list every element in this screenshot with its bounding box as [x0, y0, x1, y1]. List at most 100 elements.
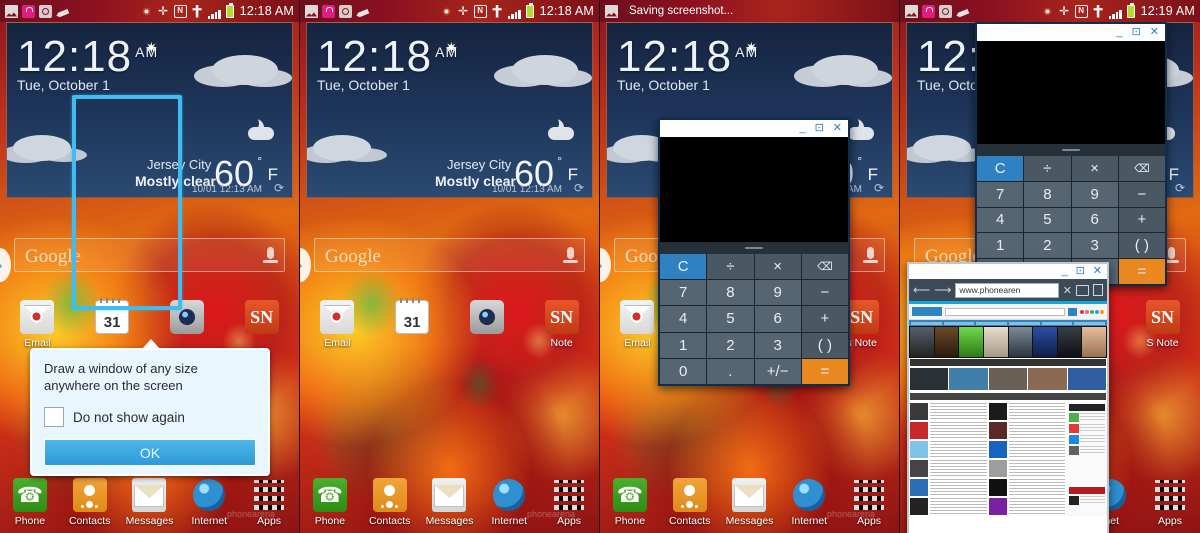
key-equals[interactable]: =	[1118, 259, 1165, 284]
dock-apps[interactable]: Apps	[1140, 478, 1200, 527]
key-minus[interactable]: −	[801, 280, 848, 306]
dock-phone[interactable]: Phone	[300, 478, 360, 527]
drawn-window-rectangle[interactable]	[72, 95, 182, 310]
dock-internet[interactable]: Internet	[779, 478, 839, 527]
article-item[interactable]	[910, 460, 987, 477]
article-item[interactable]	[910, 422, 987, 439]
key-multiply[interactable]: ×	[1071, 156, 1118, 181]
article-item[interactable]	[988, 498, 1065, 515]
key-8[interactable]: 8	[707, 280, 754, 306]
dock-apps[interactable]: Apps	[539, 478, 599, 527]
window-title-bar[interactable]: _ ⊡ ✕	[909, 264, 1107, 279]
article-item[interactable]	[910, 479, 987, 496]
key-3[interactable]: 3	[754, 332, 801, 358]
key-divide[interactable]: ÷	[1024, 156, 1071, 181]
article-item[interactable]	[988, 460, 1065, 477]
key-parens[interactable]: ( )	[1118, 233, 1165, 259]
refresh-icon[interactable]: ⟳	[574, 181, 584, 195]
url-input[interactable]: www.phonearen	[955, 282, 1059, 298]
key-6[interactable]: 6	[754, 306, 801, 332]
article-item[interactable]	[988, 422, 1065, 439]
key-7[interactable]: 7	[660, 280, 707, 306]
featured-thumbnails[interactable]	[909, 367, 1107, 391]
app-snote[interactable]: SN	[224, 300, 299, 349]
site-search-input[interactable]	[945, 307, 1065, 316]
microphone-icon[interactable]	[563, 247, 578, 263]
key-3[interactable]: 3	[1071, 233, 1118, 259]
refresh-icon[interactable]: ⟳	[1175, 181, 1185, 195]
ok-button[interactable]: OK	[44, 439, 256, 466]
key-divide[interactable]: ÷	[707, 254, 754, 280]
resize-handle[interactable]	[977, 144, 1165, 156]
site-search-button[interactable]	[1068, 307, 1077, 316]
key-clear[interactable]: C	[660, 254, 707, 280]
key-5[interactable]: 5	[1024, 207, 1071, 233]
google-search-bar[interactable]: Google	[314, 238, 585, 272]
back-arrow-icon[interactable]: ⟵	[913, 283, 930, 297]
sidebar-item[interactable]	[1069, 424, 1105, 433]
maximize-button[interactable]: ⊡	[815, 123, 824, 134]
dock-apps[interactable]: Apps	[239, 478, 299, 527]
forward-arrow-icon[interactable]: ⟶	[934, 283, 951, 297]
key-parens[interactable]: ( )	[801, 332, 848, 358]
dock-phone[interactable]: Phone	[600, 478, 660, 527]
dock-contacts[interactable]: Contacts	[60, 478, 120, 527]
key-2[interactable]: 2	[707, 332, 754, 358]
key-0[interactable]: 0	[660, 358, 707, 384]
minimize-button[interactable]: _	[799, 123, 805, 134]
article-item[interactable]	[988, 441, 1065, 458]
tabs-icon[interactable]	[1076, 284, 1089, 296]
tip-checkbox-row[interactable]: Do not show again	[44, 407, 256, 427]
key-2[interactable]: 2	[1024, 233, 1071, 259]
hero-carousel[interactable]	[909, 326, 1107, 358]
key-5[interactable]: 5	[707, 306, 754, 332]
do-not-show-checkbox[interactable]	[44, 407, 64, 427]
key-decimal[interactable]: .	[707, 358, 754, 384]
window-title-bar[interactable]: _ ⊡ ✕	[977, 24, 1165, 41]
maximize-button[interactable]: ⊡	[1076, 266, 1085, 277]
minimize-button[interactable]: _	[1116, 27, 1122, 38]
sidebar-item[interactable]	[1069, 435, 1105, 444]
window-title-bar[interactable]: _ ⊡ ✕	[660, 120, 848, 137]
article-item[interactable]	[910, 441, 987, 458]
app-snote[interactable]: SN Note	[524, 300, 599, 349]
app-email[interactable]: Email	[0, 300, 75, 349]
sidebar-item[interactable]	[1069, 413, 1105, 422]
article-item[interactable]	[910, 498, 987, 515]
microphone-icon[interactable]	[863, 247, 878, 263]
key-multiply[interactable]: ×	[754, 254, 801, 280]
key-plus[interactable]: +	[801, 306, 848, 332]
refresh-icon[interactable]: ⟳	[874, 181, 884, 195]
dock-internet[interactable]: Internet	[479, 478, 539, 527]
key-4[interactable]: 4	[977, 207, 1024, 233]
key-1[interactable]: 1	[660, 332, 707, 358]
sidebar-item[interactable]	[1069, 496, 1105, 505]
key-8[interactable]: 8	[1024, 181, 1071, 207]
key-7[interactable]: 7	[977, 181, 1024, 207]
key-9[interactable]: 9	[754, 280, 801, 306]
key-backspace[interactable]: ⌫	[801, 254, 848, 280]
key-1[interactable]: 1	[977, 233, 1024, 259]
microphone-icon[interactable]	[263, 247, 278, 263]
dock-contacts[interactable]: Contacts	[360, 478, 420, 527]
key-sign[interactable]: +/−	[754, 358, 801, 384]
key-6[interactable]: 6	[1071, 207, 1118, 233]
key-9[interactable]: 9	[1071, 181, 1118, 207]
dock-messages[interactable]: Messages	[120, 478, 180, 527]
close-button[interactable]: ✕	[1150, 27, 1159, 38]
resize-handle[interactable]	[660, 242, 848, 254]
app-snote[interactable]: SN S Note	[1125, 300, 1200, 349]
key-plus[interactable]: +	[1118, 207, 1165, 233]
close-button[interactable]: ✕	[833, 123, 842, 134]
dock-messages[interactable]: Messages	[720, 478, 780, 527]
dock-internet[interactable]: Internet	[179, 478, 239, 527]
carousel-scrollbar[interactable]	[910, 359, 1106, 366]
app-camera[interactable]	[450, 300, 525, 349]
stop-loading-icon[interactable]: ✕	[1063, 284, 1072, 297]
close-button[interactable]: ✕	[1093, 266, 1102, 277]
sidebar-item[interactable]	[1069, 446, 1105, 455]
key-minus[interactable]: −	[1118, 181, 1165, 207]
bookmark-icon[interactable]	[1093, 284, 1103, 296]
dock-messages[interactable]: Messages	[420, 478, 480, 527]
web-page-content[interactable]	[909, 304, 1107, 533]
